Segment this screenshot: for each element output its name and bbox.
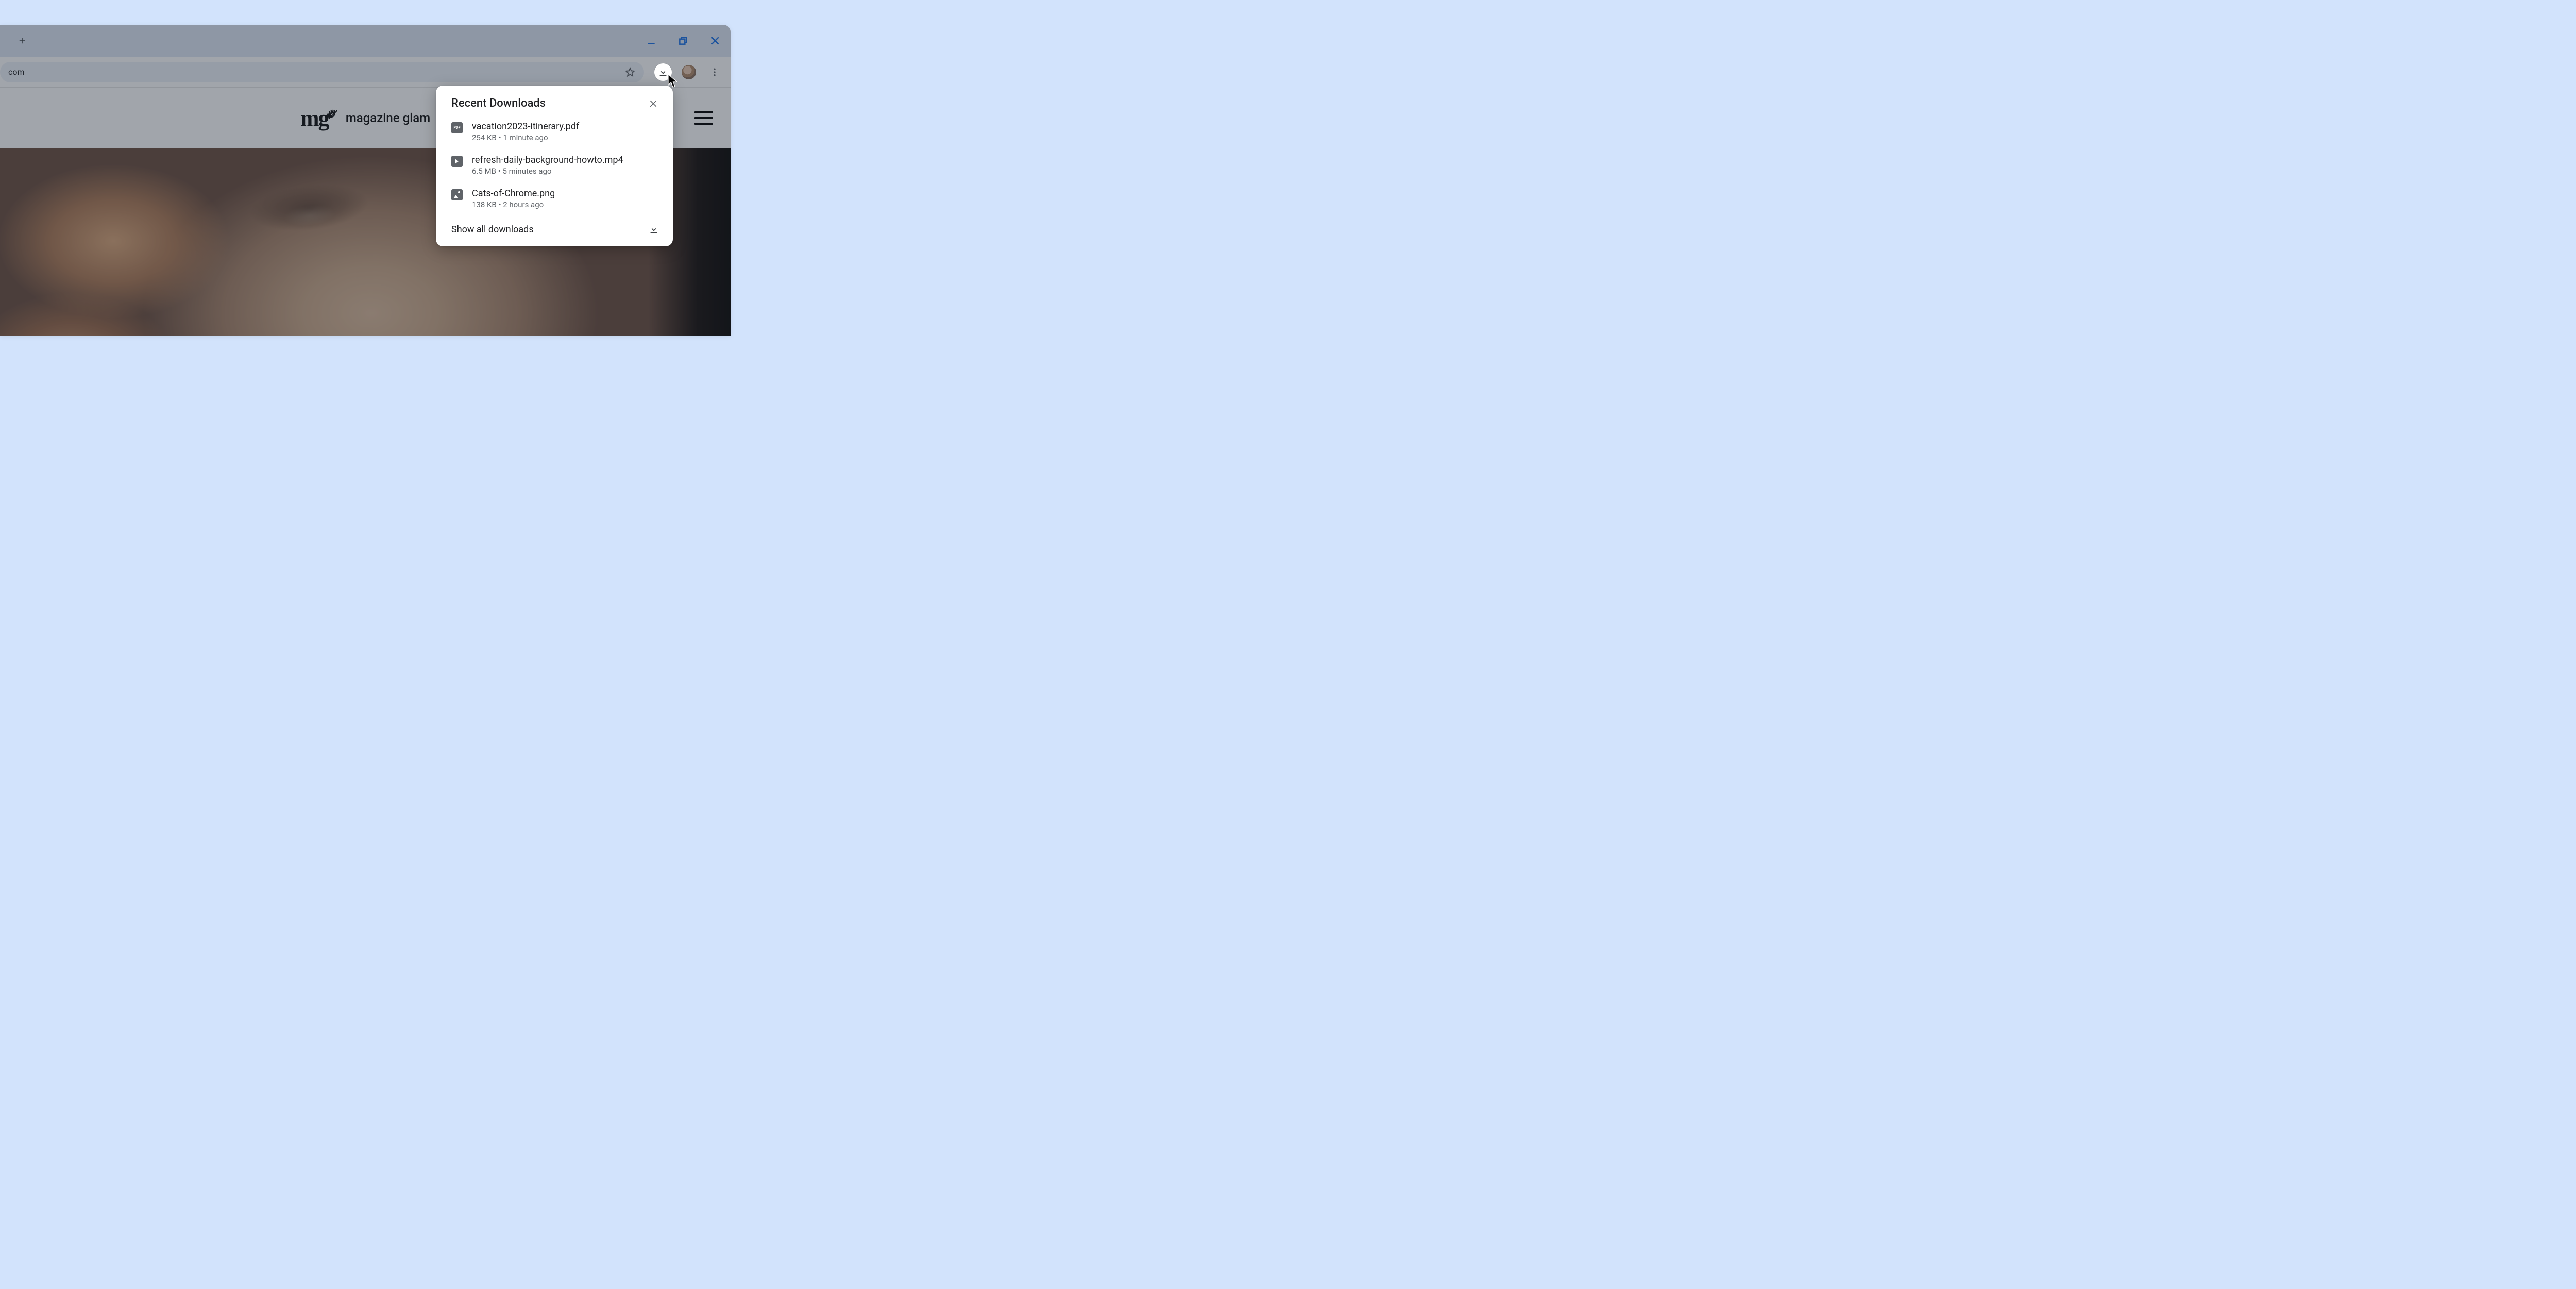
close-window-button[interactable] — [709, 35, 721, 47]
image-file-icon — [451, 189, 463, 200]
toolbar: com — [0, 57, 731, 88]
address-bar-text: com — [8, 67, 624, 77]
logo-mark: mg༗ — [300, 98, 336, 139]
downloads-button[interactable] — [654, 63, 672, 81]
download-item-meta: 6.5 MB • 5 minutes ago — [472, 166, 623, 176]
chrome-menu-button[interactable] — [706, 63, 723, 81]
tab-strip — [0, 25, 731, 57]
download-item-name: refresh-daily-background-howto.mp4 — [472, 155, 623, 165]
close-icon — [649, 99, 658, 108]
kebab-menu-icon — [709, 67, 720, 77]
show-all-downloads-label: Show all downloads — [451, 224, 534, 235]
show-all-downloads-button[interactable]: Show all downloads — [436, 215, 673, 246]
window-controls — [645, 25, 721, 57]
maximize-stack-icon — [678, 36, 688, 46]
toolbar-actions — [648, 63, 723, 81]
video-file-icon — [451, 156, 463, 167]
download-item[interactable]: PDF vacation2023-itinerary.pdf 254 KB • … — [436, 115, 673, 148]
download-icon — [657, 66, 669, 78]
logo-text: magazine glam — [346, 111, 430, 125]
profile-avatar-button[interactable] — [680, 63, 698, 81]
downloads-popup-title: Recent Downloads — [451, 97, 546, 110]
close-icon — [710, 36, 720, 46]
address-bar[interactable]: com — [0, 62, 644, 82]
download-item-name: vacation2023-itinerary.pdf — [472, 121, 579, 132]
download-item-meta: 138 KB • 2 hours ago — [472, 200, 555, 209]
avatar-icon — [682, 65, 696, 79]
hamburger-icon — [694, 111, 713, 113]
pdf-file-icon: PDF — [451, 122, 463, 133]
plus-icon — [18, 36, 27, 45]
downloads-popup-close-button[interactable] — [647, 97, 659, 110]
logo-face-icon: ༗ — [328, 98, 336, 139]
minimize-icon — [646, 36, 656, 46]
minimize-button[interactable] — [645, 35, 657, 47]
download-item-meta: 254 KB • 1 minute ago — [472, 133, 579, 142]
site-menu-button[interactable] — [694, 111, 713, 125]
downloads-popup-header: Recent Downloads — [436, 97, 673, 115]
site-logo[interactable]: mg༗ magazine glam — [300, 98, 430, 139]
downloads-popup: Recent Downloads PDF vacation2023-itiner… — [436, 86, 673, 246]
download-item-name: Cats-of-Chrome.png — [472, 188, 555, 199]
maximize-button[interactable] — [677, 35, 689, 47]
bookmark-star-icon[interactable] — [624, 66, 636, 78]
download-item[interactable]: refresh-daily-background-howto.mp4 6.5 M… — [436, 148, 673, 182]
download-icon — [648, 224, 659, 235]
download-item[interactable]: Cats-of-Chrome.png 138 KB • 2 hours ago — [436, 182, 673, 215]
new-tab-button[interactable] — [14, 33, 30, 48]
